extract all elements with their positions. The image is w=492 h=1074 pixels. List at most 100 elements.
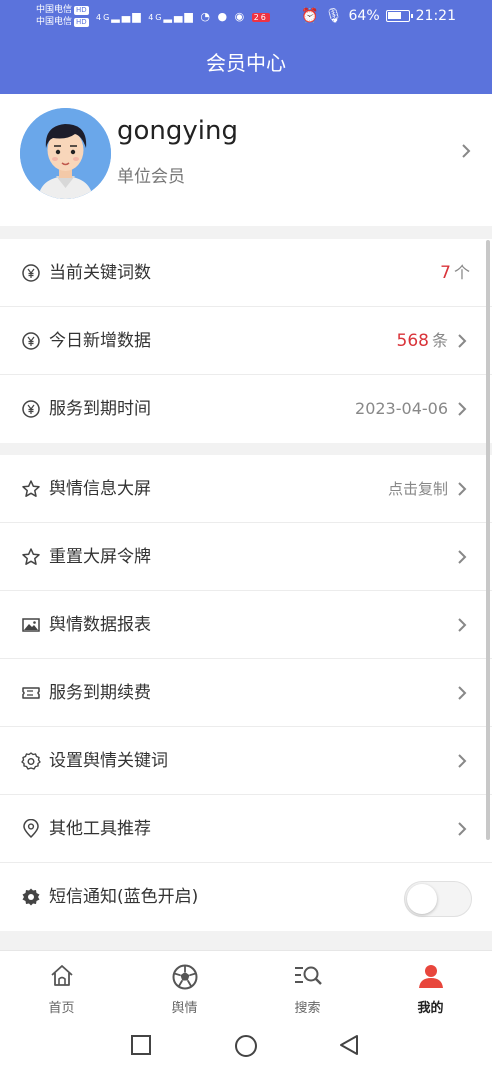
stat-row-keywords[interactable]: 当前关键词数 7个 (0, 239, 492, 307)
status-bar: 中国电信 HD 中国电信 HD 4G▂▄▆ 4G▂▄▆ ◔ ● ◉ 26 ⏰ 🎙 6… (0, 0, 492, 36)
menu-right (454, 818, 470, 840)
alarm-icon: ⏰ (301, 8, 319, 24)
menu-right (454, 546, 470, 568)
stats-group: 当前关键词数 7个 今日新增数据 568 条 服务到期时间 2023-04-06 (0, 239, 492, 443)
recent-apps-icon[interactable] (130, 1034, 152, 1056)
stat-value: 568 条 (397, 330, 470, 352)
copy-link[interactable]: 点击复制 (388, 478, 448, 500)
back-icon[interactable] (338, 1034, 360, 1056)
chevron-right-icon (458, 618, 467, 632)
chevron-right-icon (458, 754, 467, 768)
chevron-right-icon (462, 144, 471, 158)
tab-label: 首页 (48, 1001, 75, 1016)
wifi-icon: ◔ (200, 10, 212, 23)
carrier-2: 中国电信 (36, 17, 73, 27)
search-list-icon (294, 966, 322, 985)
yen-circle-icon (22, 400, 40, 418)
yen-circle-icon (22, 264, 40, 282)
shield-icon: ◉ (234, 10, 247, 23)
signal-icon: ▂▄▆ (111, 10, 143, 23)
stat-unit: 条 (431, 331, 448, 350)
user-icon (418, 965, 443, 988)
chevron-right-icon (458, 482, 467, 496)
username: gongying (117, 116, 238, 146)
carrier-info: 中国电信 HD 中国电信 HD (36, 4, 89, 28)
stat-label: 服务到期时间 (49, 399, 151, 419)
ticket-icon (22, 687, 40, 699)
hd-badge: HD (74, 6, 89, 15)
status-icons-left: 4G▂▄▆ 4G▂▄▆ ◔ ● ◉ 26 (96, 10, 270, 23)
tab-label: 舆情 (171, 1001, 198, 1016)
image-icon (22, 618, 40, 632)
scrollbar[interactable] (486, 240, 490, 840)
menu-label: 重置大屏令牌 (49, 547, 151, 567)
tab-label: 搜索 (294, 1001, 321, 1016)
menu-item-sms: 短信通知(蓝色开启) (0, 863, 492, 931)
football-icon (172, 964, 197, 990)
home-icon (50, 965, 73, 986)
battery-icon (385, 10, 413, 22)
stat-label: 当前关键词数 (49, 263, 151, 283)
profile-card[interactable]: gongying 单位会员 (0, 94, 492, 226)
network-2: 4G (148, 13, 164, 22)
chevron-right-icon (458, 686, 467, 700)
menu-label: 其他工具推荐 (49, 819, 151, 839)
signal-icon-2: ▂▄▆ (163, 10, 195, 23)
menu-label: 设置舆情关键词 (49, 751, 168, 771)
menu-label: 短信通知(蓝色开启) (49, 887, 199, 907)
stat-row-new-data[interactable]: 今日新增数据 568 条 (0, 307, 492, 375)
menu-right: 点击复制 (388, 478, 470, 500)
star-icon (22, 548, 40, 565)
menu-item-screen[interactable]: 舆情信息大屏 点击复制 (0, 455, 492, 523)
menu-right (454, 682, 470, 704)
avatar (20, 108, 111, 199)
stat-value: 7个 (440, 262, 470, 284)
gear-icon (22, 888, 40, 906)
stat-label: 今日新增数据 (49, 331, 151, 351)
member-type: 单位会员 (117, 167, 185, 187)
chevron-right-icon (458, 822, 467, 836)
location-pin-icon (23, 819, 39, 839)
app-badge: 26 (251, 13, 270, 22)
stat-row-expiry[interactable]: 服务到期时间 2023-04-06 (0, 375, 492, 443)
menu-label: 舆情数据报表 (49, 615, 151, 635)
mic-icon: 🎙 (324, 8, 343, 24)
hd-badge-2: HD (74, 18, 89, 27)
system-nav-bar (0, 1020, 492, 1074)
stat-unit: 个 (453, 263, 470, 282)
tab-mine[interactable]: 我的 (369, 951, 492, 1020)
settings-icon (21, 752, 41, 770)
network-1: 4G (96, 13, 112, 22)
chevron-right-icon (458, 334, 467, 348)
carrier-1: 中国电信 (36, 5, 73, 15)
menu-right (454, 750, 470, 772)
new-data-count: 568 (396, 331, 429, 351)
star-icon (22, 480, 40, 497)
sms-notification-toggle[interactable] (404, 881, 472, 917)
page-title: 会员中心 (0, 36, 492, 94)
keyword-count: 7 (440, 263, 451, 283)
tab-sentiment[interactable]: 舆情 (123, 951, 246, 1020)
menu-label: 舆情信息大屏 (49, 479, 151, 499)
tab-home[interactable]: 首页 (0, 951, 123, 1020)
tab-label: 我的 (417, 1001, 444, 1016)
status-icons-right: ⏰ 🎙 64% 21:21 (301, 8, 456, 24)
yen-circle-icon (22, 332, 40, 350)
menu-group: 舆情信息大屏 点击复制 重置大屏令牌 舆情数据报表 服务到期续费 设置舆情关键词… (0, 455, 492, 931)
menu-item-renew[interactable]: 服务到期续费 (0, 659, 492, 727)
chevron-right-icon (458, 550, 467, 564)
menu-item-report[interactable]: 舆情数据报表 (0, 591, 492, 659)
home-button-icon[interactable] (234, 1034, 258, 1058)
clock: 21:21 (415, 8, 456, 24)
tab-search[interactable]: 搜索 (246, 951, 369, 1020)
wechat-icon: ● (217, 10, 230, 23)
menu-item-tools[interactable]: 其他工具推荐 (0, 795, 492, 863)
battery-percent: 64% (348, 8, 380, 24)
expiry-date: 2023-04-06 (355, 399, 448, 418)
chevron-right-icon (458, 402, 467, 416)
menu-item-keywords[interactable]: 设置舆情关键词 (0, 727, 492, 795)
menu-right (454, 614, 470, 636)
menu-label: 服务到期续费 (49, 683, 151, 703)
menu-item-reset-token[interactable]: 重置大屏令牌 (0, 523, 492, 591)
bottom-tab-bar: 首页 舆情 搜索 我的 (0, 950, 492, 1020)
